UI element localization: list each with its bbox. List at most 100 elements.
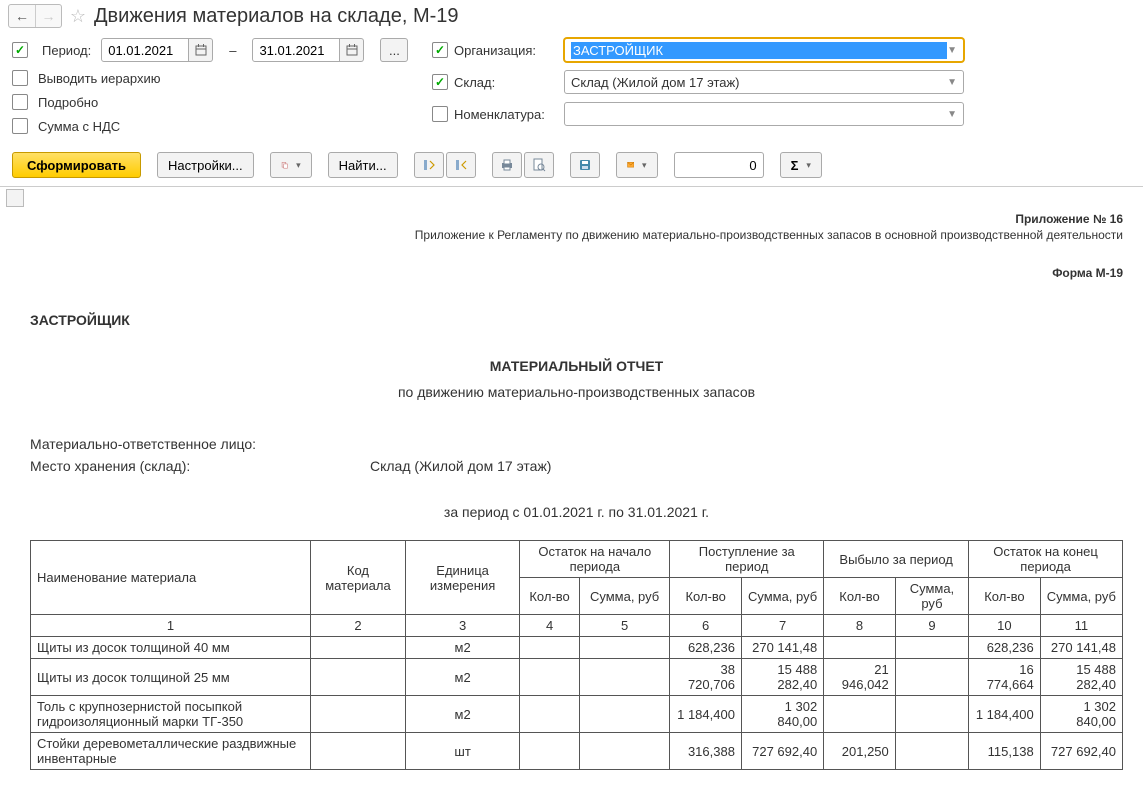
sigma-dropdown-button[interactable]: Σ [780, 152, 822, 178]
th-unit: Единица измерения [405, 541, 519, 615]
th-qty: Кол-во [520, 578, 580, 615]
detail-checkbox[interactable] [12, 94, 28, 110]
hierarchy-label: Выводить иерархию [38, 71, 160, 86]
table-row: Стойки деревометаллические раздвижные ин… [31, 733, 1123, 770]
th-sum: Сумма, руб [895, 578, 968, 615]
date-to-input[interactable] [252, 38, 340, 62]
colnum: 2 [311, 615, 406, 637]
th-end: Остаток на конец периода [969, 541, 1123, 578]
report-period: за период с 01.01.2021 г. по 31.01.2021 … [30, 504, 1123, 520]
sum-input[interactable] [674, 152, 764, 178]
cell-sq [520, 659, 580, 696]
date-dash: – [229, 43, 236, 58]
cell-unit: шт [405, 733, 519, 770]
nomen-checkbox[interactable] [432, 106, 448, 122]
colnum: 7 [741, 615, 823, 637]
th-code: Код материала [311, 541, 406, 615]
cell-os [895, 696, 968, 733]
th-qty: Кол-во [670, 578, 742, 615]
email-dropdown-button[interactable] [616, 152, 658, 178]
table-row: Толь с крупнозернистой посыпкой гидроизо… [31, 696, 1123, 733]
cell-ss [579, 733, 670, 770]
cell-os [895, 733, 968, 770]
cell-is: 270 141,48 [741, 637, 823, 659]
cell-ss [579, 696, 670, 733]
hierarchy-checkbox[interactable] [12, 70, 28, 86]
print-button[interactable] [492, 152, 522, 178]
colnum: 10 [969, 615, 1041, 637]
org-dropdown[interactable]: ЗАСТРОЙЩИК ▼ [564, 38, 964, 62]
cell-sq [520, 696, 580, 733]
date-from-input[interactable] [101, 38, 189, 62]
collapse-button[interactable] [446, 152, 476, 178]
table-row: Щиты из досок толщиной 40 ммм2628,236270… [31, 637, 1123, 659]
period-label: Период: [42, 43, 91, 58]
attachment-no: Приложение № 16 [1015, 212, 1123, 226]
calendar-from-icon[interactable] [189, 38, 213, 62]
cell-iq: 1 184,400 [670, 696, 742, 733]
org-checkbox[interactable] [432, 42, 448, 58]
preview-button[interactable] [524, 152, 554, 178]
materials-table: Наименование материала Код материала Еди… [30, 540, 1123, 770]
cell-sq [520, 733, 580, 770]
th-sum: Сумма, руб [741, 578, 823, 615]
generate-button[interactable]: Сформировать [12, 152, 141, 178]
th-sum: Сумма, руб [1040, 578, 1122, 615]
favorite-star-icon[interactable]: ☆ [68, 6, 88, 26]
expand-button[interactable] [414, 152, 444, 178]
colnum: 8 [824, 615, 896, 637]
cell-es: 15 488 282,40 [1040, 659, 1122, 696]
report-subtitle: по движению материально-производственных… [30, 384, 1123, 400]
chevron-down-icon: ▼ [947, 109, 957, 120]
cell-es: 727 692,40 [1040, 733, 1122, 770]
back-button[interactable]: ← [9, 5, 35, 27]
cell-is: 15 488 282,40 [741, 659, 823, 696]
cell-code [311, 696, 406, 733]
save-button[interactable] [570, 152, 600, 178]
cell-eq: 628,236 [969, 637, 1041, 659]
warehouse-value: Склад (Жилой дом 17 этаж) [571, 75, 947, 90]
cell-unit: м2 [405, 659, 519, 696]
colnum: 6 [670, 615, 742, 637]
th-in: Поступление за период [670, 541, 824, 578]
cell-sq [520, 637, 580, 659]
cell-ss [579, 637, 670, 659]
vat-checkbox[interactable] [12, 118, 28, 134]
find-button[interactable]: Найти... [328, 152, 398, 178]
period-checkbox[interactable] [12, 42, 28, 58]
warehouse-label: Склад: [454, 75, 495, 90]
th-sum: Сумма, руб [579, 578, 670, 615]
nav-arrows: ← → [8, 4, 62, 28]
cell-name: Толь с крупнозернистой посыпкой гидроизо… [31, 696, 311, 733]
org-value: ЗАСТРОЙЩИК [571, 42, 947, 59]
cell-os [895, 637, 968, 659]
colnum: 3 [405, 615, 519, 637]
settings-button[interactable]: Настройки... [157, 152, 254, 178]
warehouse-checkbox[interactable] [432, 74, 448, 90]
calendar-to-icon[interactable] [340, 38, 364, 62]
vat-label: Сумма с НДС [38, 119, 120, 134]
cell-eq: 1 184,400 [969, 696, 1041, 733]
cell-name: Стойки деревометаллические раздвижные ин… [31, 733, 311, 770]
storage-value: Склад (Жилой дом 17 этаж) [370, 458, 551, 474]
forward-button[interactable]: → [35, 5, 61, 27]
cell-iq: 38 720,706 [670, 659, 742, 696]
cell-name: Щиты из досок толщиной 40 мм [31, 637, 311, 659]
cell-ss [579, 659, 670, 696]
cell-oq [824, 637, 896, 659]
warehouse-dropdown[interactable]: Склад (Жилой дом 17 этаж) ▼ [564, 70, 964, 94]
cell-is: 727 692,40 [741, 733, 823, 770]
period-ellipsis-button[interactable]: ... [380, 38, 408, 62]
th-name: Наименование материала [31, 541, 311, 615]
nomen-dropdown[interactable]: ▼ [564, 102, 964, 126]
copy-dropdown-button[interactable] [270, 152, 312, 178]
th-qty: Кол-во [824, 578, 896, 615]
cell-iq: 316,388 [670, 733, 742, 770]
org-label: Организация: [454, 43, 536, 58]
cell-es: 270 141,48 [1040, 637, 1122, 659]
colnum: 9 [895, 615, 968, 637]
cell-eq: 115,138 [969, 733, 1041, 770]
cell-oq [824, 696, 896, 733]
collapse-handle[interactable] [6, 189, 24, 207]
th-qty: Кол-во [969, 578, 1041, 615]
